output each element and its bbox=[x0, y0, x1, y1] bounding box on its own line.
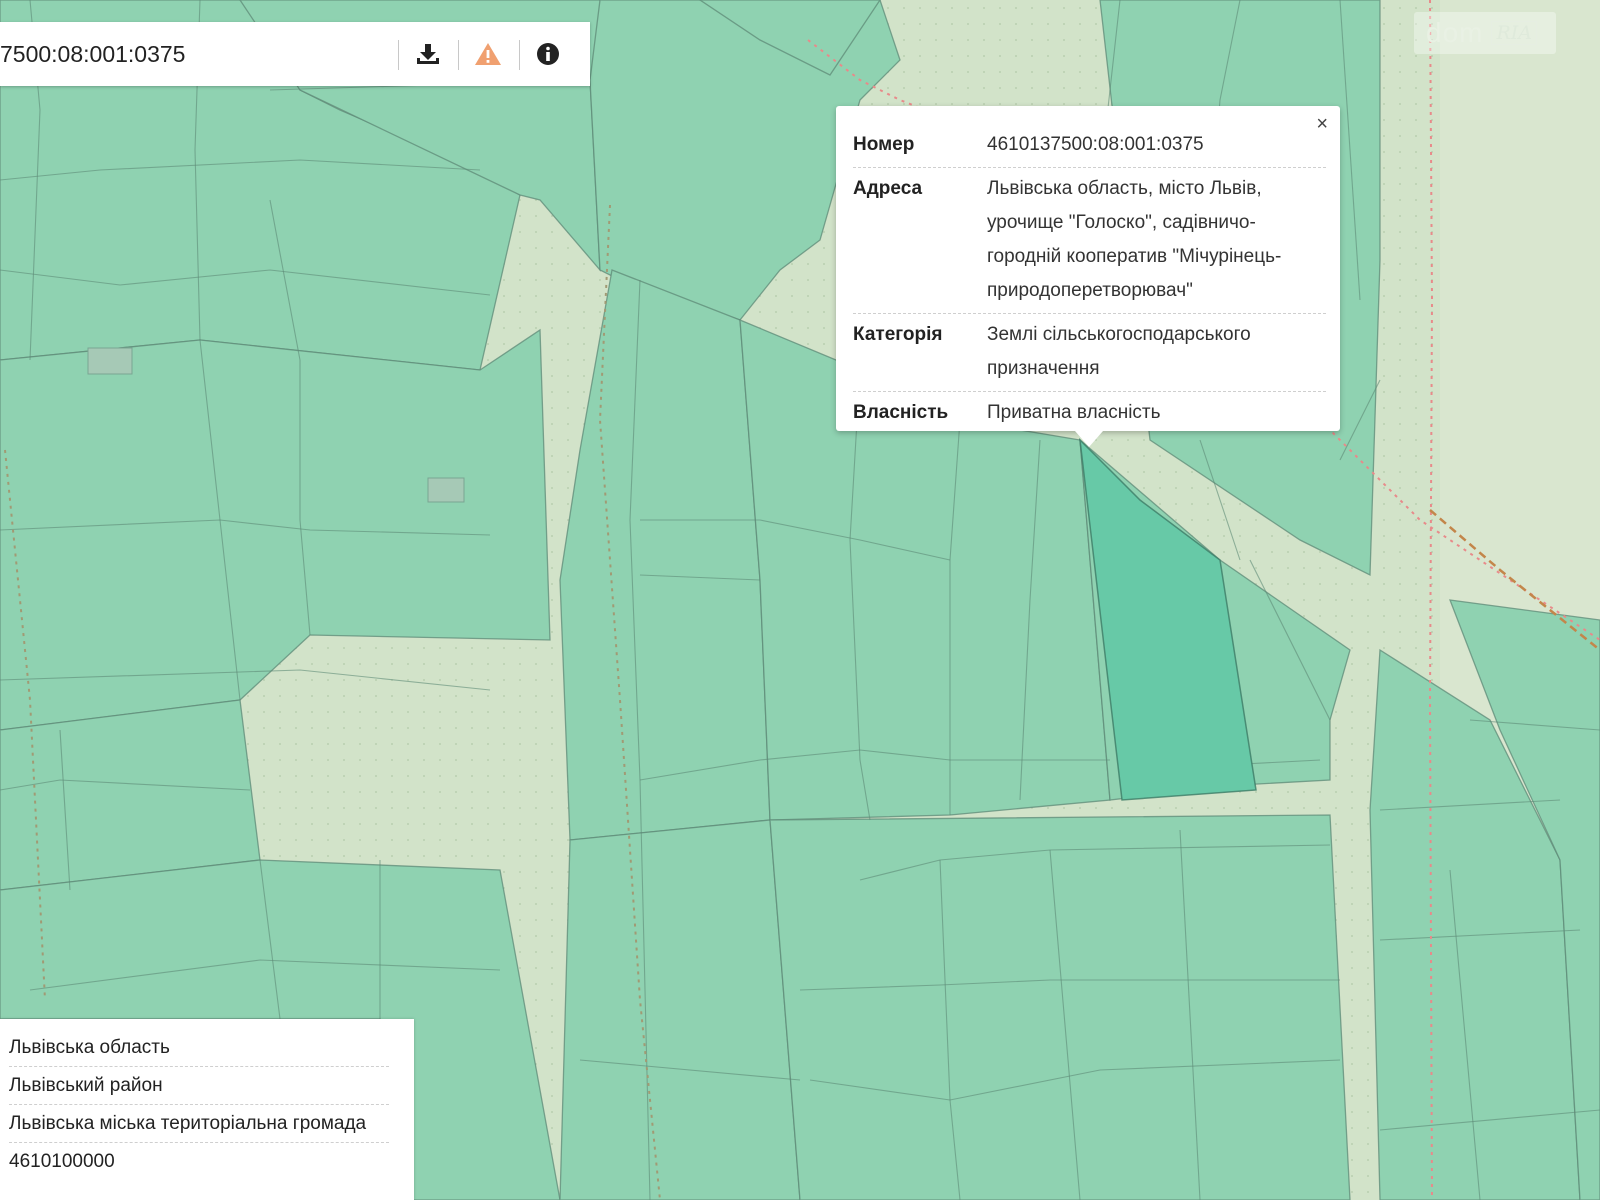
logo-text-dom: dom bbox=[1426, 17, 1484, 48]
admin-region: Львівська область bbox=[9, 1029, 389, 1067]
admin-info-panel: Львівська область Львівський район Львів… bbox=[0, 1019, 414, 1200]
popup-row-ownership: Власність Приватна власність bbox=[853, 392, 1326, 435]
popup-value: Львівська область, місто Львів, урочище … bbox=[987, 178, 1282, 301]
info-icon bbox=[537, 43, 559, 65]
info-button[interactable] bbox=[520, 32, 576, 76]
cadastral-number-display[interactable]: 7500:08:001:0375 bbox=[0, 22, 390, 86]
download-button[interactable] bbox=[400, 32, 456, 76]
close-icon[interactable]: × bbox=[1316, 114, 1328, 134]
popup-row-number: Номер 4610137500:08:001:0375 bbox=[853, 124, 1326, 168]
popup-key: Номер bbox=[853, 134, 915, 155]
logo-text-ria: RIA bbox=[1491, 21, 1538, 45]
popup-row-category: Категорія Землі сільськогосподарського п… bbox=[853, 314, 1326, 392]
download-icon bbox=[417, 44, 439, 64]
admin-district: Львівський район bbox=[9, 1067, 389, 1105]
warning-icon bbox=[475, 43, 501, 65]
popup-key: Категорія bbox=[853, 324, 943, 345]
popup-value: Землі сільськогосподарського призначення bbox=[987, 324, 1251, 379]
popup-key: Власність bbox=[853, 402, 949, 423]
popup-value: Приватна власність bbox=[987, 402, 1161, 423]
admin-koatuu: 4610100000 bbox=[9, 1151, 115, 1172]
parcel-info-popup: × Номер 4610137500:08:001:0375 Адреса Ль… bbox=[836, 106, 1340, 447]
domria-logo: dom RIA bbox=[1414, 12, 1556, 54]
popup-row-address: Адреса Львівська область, місто Львів, у… bbox=[853, 168, 1326, 314]
search-toolbar: 7500:08:001:0375 bbox=[0, 22, 590, 86]
report-problem-button[interactable] bbox=[460, 32, 516, 76]
popup-key: Адреса bbox=[853, 178, 923, 199]
admin-community: Львівська міська територіальна громада bbox=[9, 1105, 389, 1143]
popup-value: 4610137500:08:001:0375 bbox=[987, 134, 1204, 155]
